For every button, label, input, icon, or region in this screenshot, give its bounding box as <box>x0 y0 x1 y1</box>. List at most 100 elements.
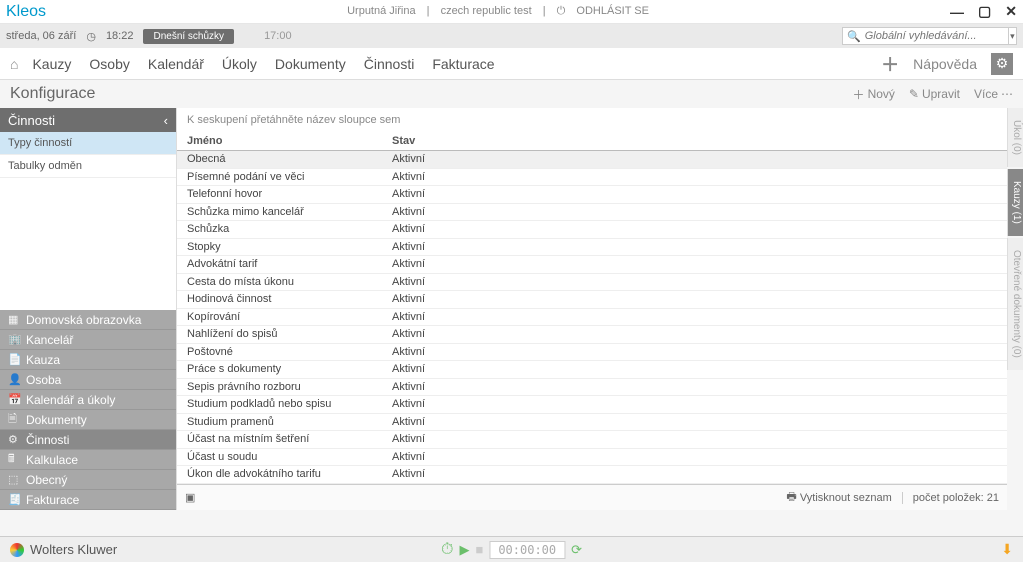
sidebar-nav-item[interactable]: 🧾Fakturace <box>0 490 176 510</box>
sidebar-sub-item[interactable]: Typy činností <box>0 132 176 155</box>
cell-status: Aktivní <box>392 398 997 410</box>
rail-tab[interactable]: Kauzy (1) <box>1007 169 1023 236</box>
table-row[interactable]: Účast u souduAktivní <box>177 449 1007 467</box>
cell-status: Aktivní <box>392 241 997 253</box>
table-footer: ▣ 🖶 Vytisknout seznam počet položek: 21 <box>177 484 1007 510</box>
nav-icon: 🗎 <box>8 410 20 429</box>
nav-icon: 🏢 <box>8 333 20 346</box>
cell-name: Telefonní hovor <box>187 188 392 200</box>
table-row[interactable]: Nahlížení do spisůAktivní <box>177 326 1007 344</box>
info-bar: středa, 06 září ◷ 18:22 Dnešní schůzky 1… <box>0 24 1023 48</box>
cell-status: Aktivní <box>392 276 997 288</box>
cell-status: Aktivní <box>392 171 997 183</box>
logout-link[interactable]: ODHLÁSIT SE <box>576 5 649 17</box>
stop-icon[interactable]: ■ <box>475 542 483 557</box>
table-row[interactable]: Práce s dokumentyAktivní <box>177 361 1007 379</box>
table-row[interactable]: Účast na místním šetřeníAktivní <box>177 431 1007 449</box>
chevron-left-icon: ‹ <box>164 113 168 128</box>
row-count: počet položek: 21 <box>902 492 999 504</box>
sidebar-nav-item[interactable]: 🏢Kancelář <box>0 330 176 350</box>
nav-icon: 🖩 <box>8 450 20 469</box>
download-icon[interactable]: ⬇ <box>1001 541 1013 558</box>
table-row[interactable]: Telefonní hovorAktivní <box>177 186 1007 204</box>
group-hint[interactable]: K seskupení přetáhněte název sloupce sem <box>177 108 1007 132</box>
home-icon[interactable]: ⌂ <box>10 56 18 72</box>
table-row[interactable]: Cesta do místa úkonuAktivní <box>177 274 1007 292</box>
org-name: czech republic test <box>441 5 532 17</box>
window-maximize-button[interactable]: ▢ <box>978 3 991 20</box>
print-list-button[interactable]: Vytisknout seznam <box>800 492 892 504</box>
cell-name: Písemné podání ve věci <box>187 171 392 183</box>
stopwatch-icon[interactable]: ⏱ <box>441 541 453 559</box>
cell-status: Aktivní <box>392 381 997 393</box>
clock-icon: ◷ <box>86 30 96 43</box>
sidebar-sub-item[interactable]: Tabulky odměn <box>0 155 176 178</box>
table-row[interactable]: PoštovnéAktivní <box>177 344 1007 362</box>
table-row[interactable]: Studium podkladů nebo spisuAktivní <box>177 396 1007 414</box>
window-minimize-button[interactable]: ― <box>950 4 964 20</box>
window-titlebar: Kleos Urputná Jiřina | czech republic te… <box>0 0 1023 24</box>
sidebar-nav-item[interactable]: 🗎Dokumenty <box>0 410 176 430</box>
camera-icon[interactable]: ▣ <box>185 491 195 504</box>
nav-item-kauzy[interactable]: Kauzy <box>32 56 71 72</box>
more-action[interactable]: Více ⋯ <box>974 87 1013 101</box>
table-row[interactable]: Studium pramenůAktivní <box>177 414 1007 432</box>
page-header: Konfigurace ＋Nový ✎Upravit Více ⋯ <box>0 80 1023 108</box>
cell-name: Nahlížení do spisů <box>187 328 392 340</box>
sidebar-nav-item[interactable]: ⬚Obecný <box>0 470 176 490</box>
column-status[interactable]: Stav <box>392 135 997 147</box>
activity-types-grid: K seskupení přetáhněte název sloupce sem… <box>176 108 1007 510</box>
window-close-button[interactable]: ✕ <box>1005 3 1017 20</box>
table-row[interactable]: KopírováníAktivní <box>177 309 1007 327</box>
table-row[interactable]: Hodinová činnostAktivní <box>177 291 1007 309</box>
sidebar-nav-item[interactable]: ▦Domovská obrazovka <box>0 310 176 330</box>
nav-icon: 👤 <box>8 373 20 386</box>
table-row[interactable]: Schůzka mimo kancelářAktivní <box>177 204 1007 222</box>
table-row[interactable]: SchůzkaAktivní <box>177 221 1007 239</box>
table-row[interactable]: Sepis právního rozboruAktivní <box>177 379 1007 397</box>
rail-tab[interactable]: Úkol (0) <box>1007 108 1023 167</box>
table-row[interactable]: StopkyAktivní <box>177 239 1007 257</box>
sidebar-nav-item[interactable]: ⚙Činnosti <box>0 430 176 450</box>
add-button[interactable]: ＋ <box>881 51 899 77</box>
nav-icon: 📅 <box>8 393 20 406</box>
sidebar-section-header[interactable]: Činnosti ‹ <box>0 108 176 132</box>
nav-item-dokumenty[interactable]: Dokumenty <box>275 56 346 72</box>
new-action[interactable]: ＋Nový <box>853 86 895 103</box>
refresh-icon[interactable]: ⟳ <box>571 542 582 558</box>
nav-item-osoby[interactable]: Osoby <box>89 56 129 72</box>
page-title: Konfigurace <box>10 85 95 103</box>
sidebar-nav-item[interactable]: 📄Kauza <box>0 350 176 370</box>
app-brand: Kleos <box>6 3 46 21</box>
search-dropdown-button[interactable]: ▾ <box>1008 28 1016 44</box>
cell-name: Advokátní tarif <box>187 258 392 270</box>
cell-status: Aktivní <box>392 311 997 323</box>
play-icon[interactable]: ▶ <box>459 542 469 558</box>
help-link[interactable]: Nápověda <box>913 56 977 72</box>
rail-tab[interactable]: Otevřené dokumenty (0) <box>1007 238 1023 370</box>
sidebar-nav-item[interactable]: 📅Kalendář a úkoly <box>0 390 176 410</box>
nav-item-činnosti[interactable]: Činnosti <box>364 56 415 72</box>
column-name[interactable]: Jméno <box>187 135 392 147</box>
cell-name: Obecná <box>187 153 392 165</box>
table-row[interactable]: Úkon dle advokátního tarifuAktivní <box>177 466 1007 484</box>
global-search-input[interactable] <box>865 30 1008 42</box>
power-icon[interactable]: ⏻ <box>557 5 566 17</box>
nav-item-fakturace[interactable]: Fakturace <box>432 56 494 72</box>
search-icon: 🔍 <box>843 30 865 43</box>
sidebar-nav-item[interactable]: 🖩Kalkulace <box>0 450 176 470</box>
global-search[interactable]: 🔍 ▾ <box>842 27 1017 45</box>
nav-item-kalendář[interactable]: Kalendář <box>148 56 204 72</box>
nav-item-úkoly[interactable]: Úkoly <box>222 56 257 72</box>
table-row[interactable]: ObecnáAktivní <box>177 151 1007 169</box>
cell-status: Aktivní <box>392 328 997 340</box>
sidebar-nav-item[interactable]: 👤Osoba <box>0 370 176 390</box>
today-meetings-badge[interactable]: Dnešní schůzky <box>143 29 234 44</box>
cell-name: Hodinová činnost <box>187 293 392 305</box>
edit-action[interactable]: ✎Upravit <box>909 87 960 101</box>
cell-name: Kopírování <box>187 311 392 323</box>
settings-button[interactable]: ⚙ <box>991 53 1013 75</box>
table-row[interactable]: Advokátní tarifAktivní <box>177 256 1007 274</box>
company-name: Wolters Kluwer <box>30 542 117 557</box>
table-row[interactable]: Písemné podání ve věciAktivní <box>177 169 1007 187</box>
